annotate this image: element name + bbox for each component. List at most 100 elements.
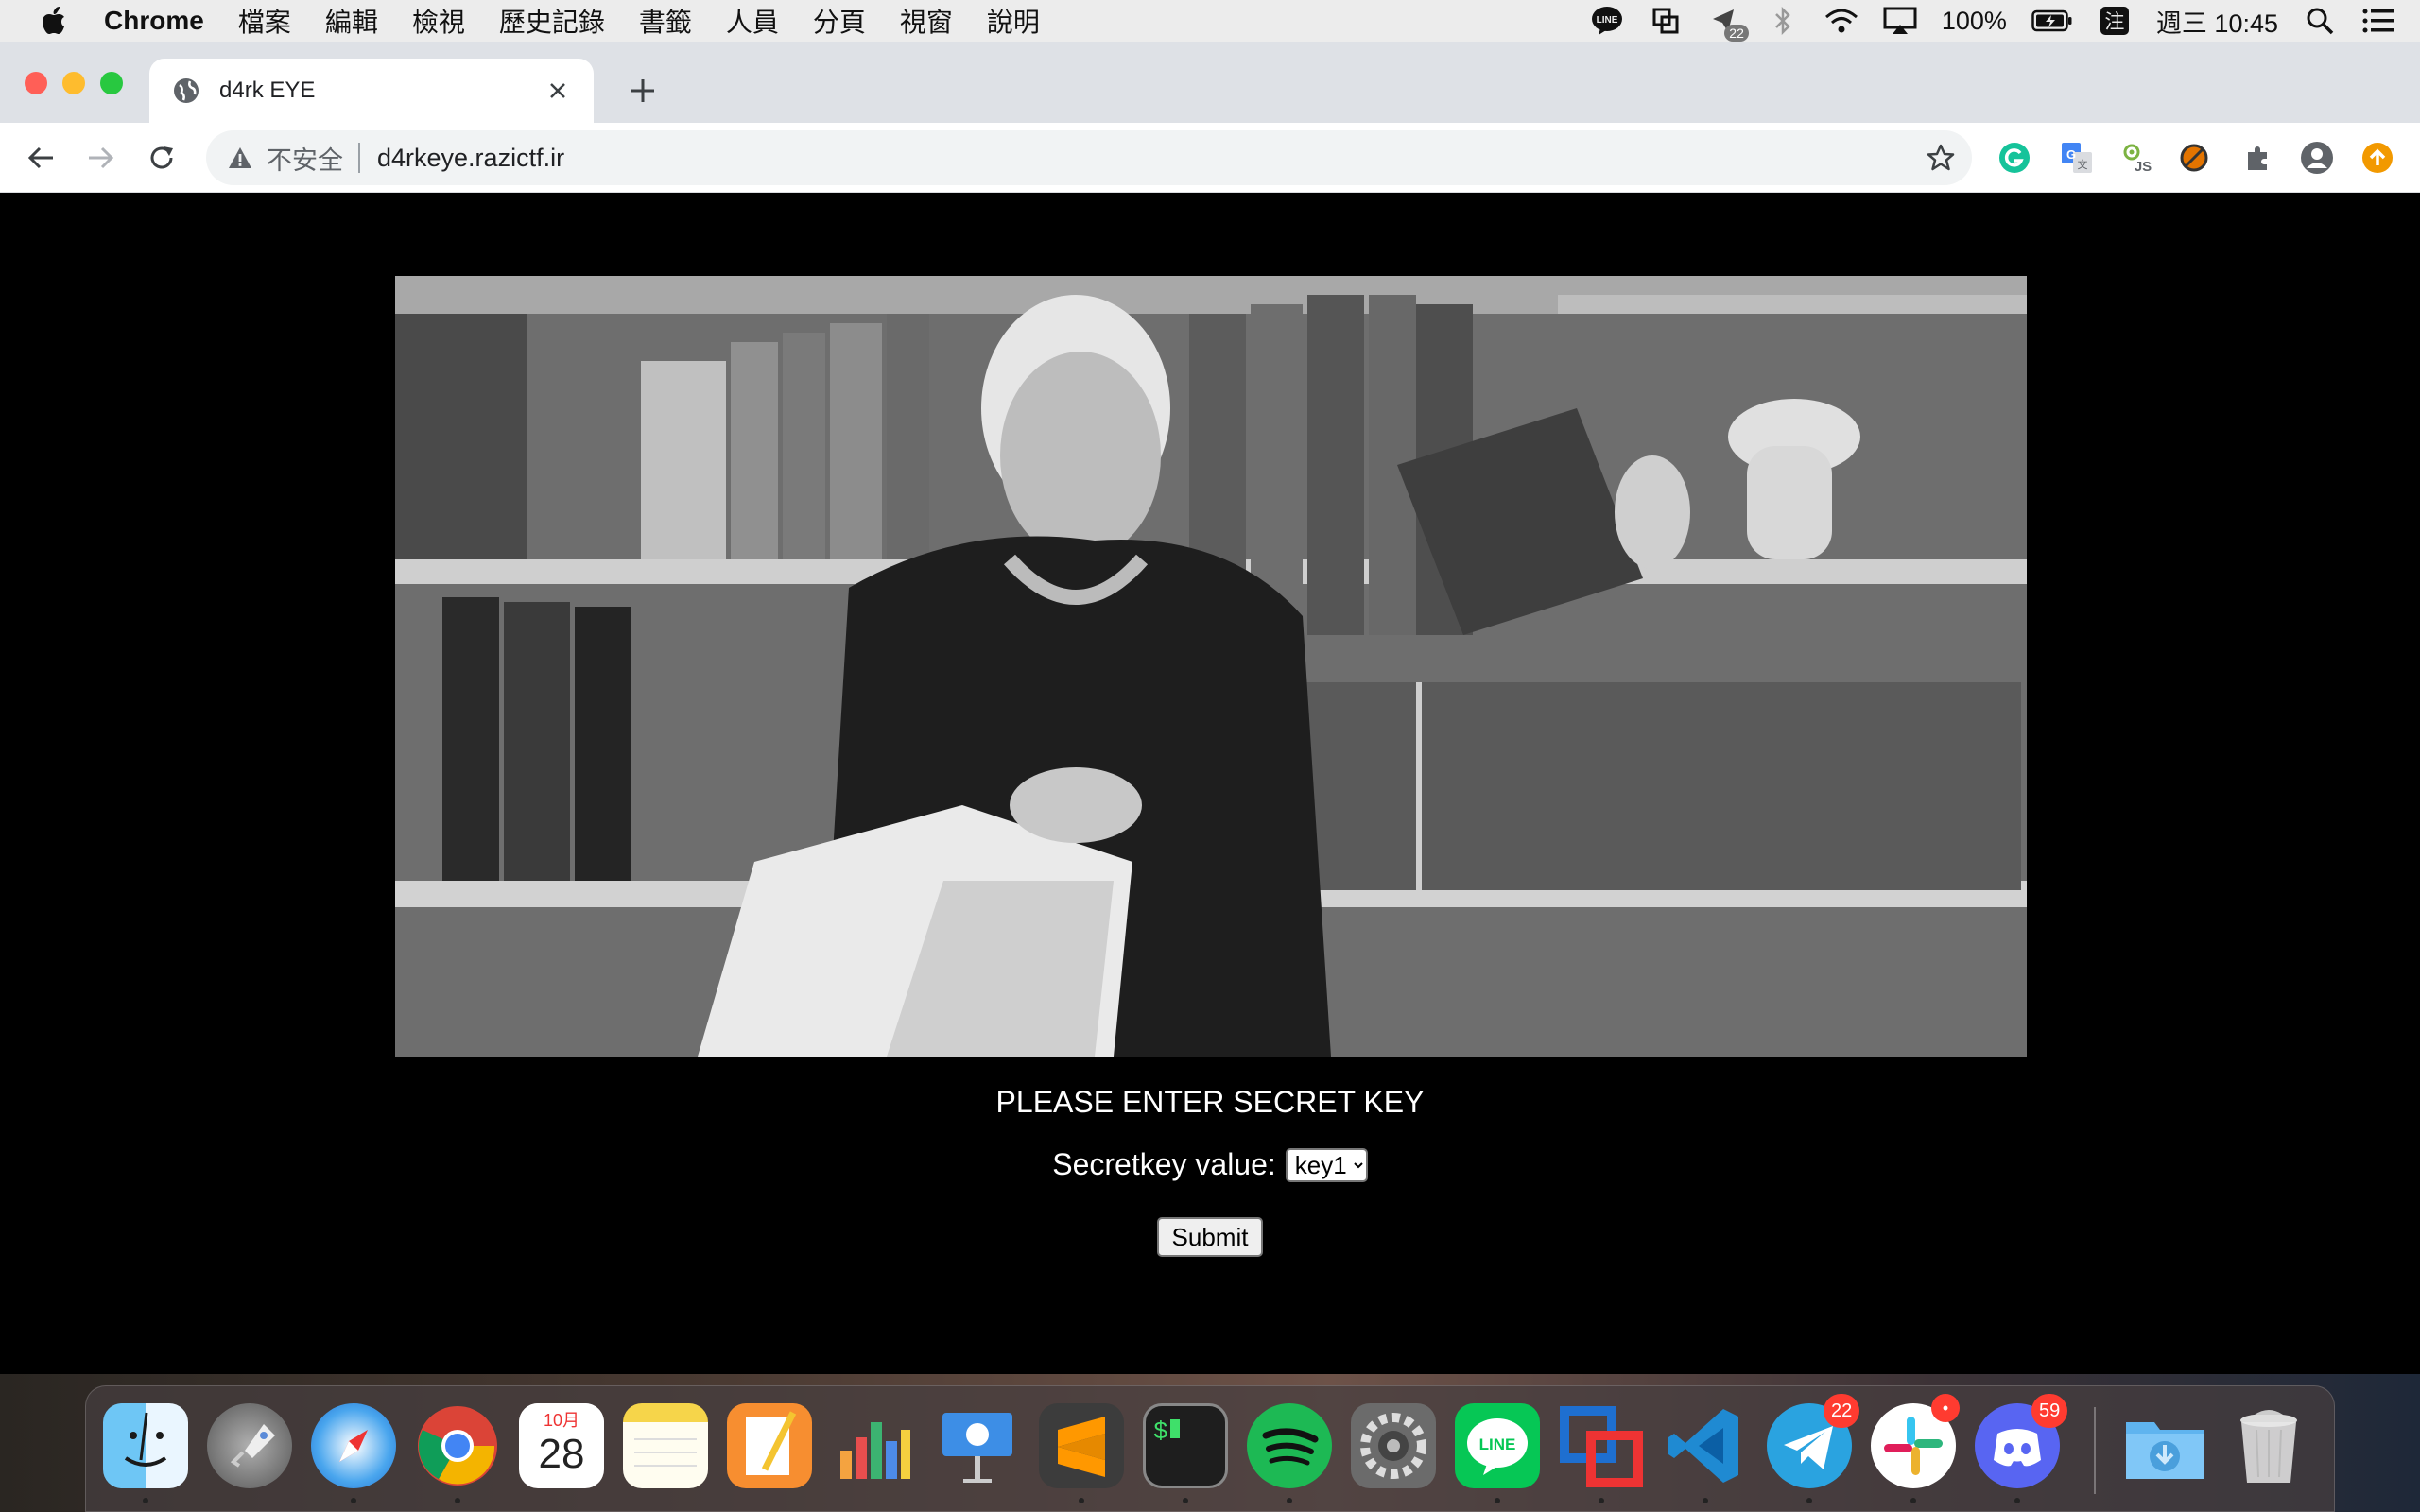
calendar-month: 10月	[519, 1403, 604, 1430]
menu-file[interactable]: 檔案	[238, 2, 291, 40]
running-indicator-dot	[1599, 1498, 1604, 1503]
secretkey-select[interactable]: key1	[1285, 1147, 1368, 1182]
address-bar[interactable]: 不安全 d4rkeye.razictf.ir	[206, 130, 1972, 185]
svg-text:G: G	[2066, 147, 2076, 162]
url-text[interactable]: d4rkeye.razictf.ir	[377, 144, 564, 173]
macos-menubar: Chrome 檔案 編輯 檢視 歷史記錄 書籤 人員 分頁 視窗 說明 LINE…	[0, 0, 2420, 42]
trash-icon[interactable]	[2226, 1403, 2311, 1488]
menu-view[interactable]: 檢視	[412, 2, 465, 40]
blocked-extension-icon[interactable]	[2176, 140, 2212, 176]
active-tab[interactable]: d4rk EYE	[149, 59, 594, 123]
new-tab-plus-icon[interactable]	[624, 72, 662, 110]
line-app-label: LINE	[1479, 1435, 1516, 1453]
airplay-icon[interactable]	[1883, 4, 1917, 38]
battery-icon[interactable]	[2031, 4, 2073, 38]
input-method-label: 注	[2100, 7, 2129, 35]
menubar-app-name[interactable]: Chrome	[104, 6, 204, 36]
spotify-app-icon[interactable]	[1247, 1403, 1332, 1488]
security-status-label[interactable]: 不安全	[267, 140, 343, 177]
update-arrow-icon[interactable]	[2360, 140, 2395, 176]
tab-close-icon[interactable]	[541, 74, 575, 108]
browser-toolbar: 不安全 d4rkeye.razictf.ir G文 JS	[0, 123, 2420, 193]
menu-edit[interactable]: 編輯	[325, 2, 378, 40]
macos-dock: 10月 28 $ LINE 22 • 59	[85, 1385, 2335, 1512]
system-preferences-gear-icon[interactable]	[1351, 1403, 1436, 1488]
pages-app-icon[interactable]	[727, 1403, 812, 1488]
finder-app-icon[interactable]	[103, 1403, 188, 1488]
running-indicator-dot	[1079, 1498, 1084, 1503]
spotlight-search-icon[interactable]	[2303, 4, 2337, 38]
chrome-app-icon[interactable]	[415, 1403, 500, 1488]
window-zoom-button[interactable]	[100, 72, 123, 94]
menubar-clock[interactable]: 週三 10:45	[2156, 3, 2278, 40]
js-extension-icon[interactable]: JS	[2119, 140, 2155, 176]
svg-text:$: $	[1153, 1418, 1168, 1446]
line-app-icon[interactable]: LINE	[1455, 1403, 1540, 1488]
menu-tab[interactable]: 分頁	[813, 2, 866, 40]
running-indicator-dot	[455, 1498, 460, 1503]
slack-notification-dot: •	[1931, 1394, 1960, 1422]
launchpad-rocket-icon[interactable]	[207, 1403, 292, 1488]
google-translate-extension-icon[interactable]: G文	[2059, 140, 2095, 176]
js-extension-label: JS	[2135, 159, 2152, 175]
numbers-app-icon[interactable]	[831, 1403, 916, 1488]
browser-tabstrip: d4rk EYE	[0, 42, 2420, 123]
back-arrow-icon[interactable]	[21, 138, 60, 178]
submit-button[interactable]: Submit	[1156, 1217, 1264, 1257]
calendar-day: 28	[538, 1431, 585, 1477]
apple-menu-icon[interactable]	[36, 0, 72, 42]
vscode-app-icon[interactable]	[1663, 1403, 1748, 1488]
notification-count-badge: 22	[1724, 25, 1749, 42]
submit-row: Submit	[0, 1217, 2420, 1257]
globe-icon	[174, 78, 199, 103]
tab-title: d4rk EYE	[219, 77, 316, 103]
menubar-status-area: LINE 22 100% 注 週三 10:45	[1590, 0, 2420, 42]
running-indicator-dot	[351, 1498, 356, 1503]
extensions-puzzle-icon[interactable]	[2240, 140, 2276, 176]
reload-icon[interactable]	[142, 138, 182, 178]
calendar-app-icon[interactable]: 10月 28	[519, 1403, 604, 1488]
window-minimize-button[interactable]	[62, 72, 85, 94]
running-indicator-dot	[1806, 1498, 1812, 1503]
svg-text:文: 文	[2078, 158, 2088, 171]
grammarly-extension-icon[interactable]	[1996, 140, 2032, 176]
hero-portrait-image	[395, 276, 2027, 1057]
warning-triangle-icon[interactable]	[227, 145, 253, 171]
vmware-fusion-app-icon[interactable]	[1559, 1403, 1644, 1488]
menu-people[interactable]: 人員	[726, 2, 779, 40]
profile-avatar-icon[interactable]	[2299, 140, 2335, 176]
window-close-button[interactable]	[25, 72, 47, 94]
page-viewport: PLEASE ENTER SECRET KEY Secretkey value:…	[0, 193, 2420, 1374]
input-method-icon[interactable]: 注	[2098, 4, 2132, 38]
notes-app-icon[interactable]	[623, 1403, 708, 1488]
running-indicator-dot	[1703, 1498, 1708, 1503]
discord-badge: 59	[2031, 1394, 2068, 1428]
menu-help[interactable]: 說明	[987, 2, 1040, 40]
running-indicator-dot	[1495, 1498, 1500, 1503]
battery-percent: 100%	[1941, 6, 2007, 35]
bluetooth-icon[interactable]	[1766, 4, 1800, 38]
keynote-app-icon[interactable]	[935, 1403, 1020, 1488]
downloads-folder-icon[interactable]	[2122, 1403, 2207, 1488]
secretkey-label: Secretkey value:	[1052, 1147, 1276, 1181]
window-manager-icon[interactable]	[1649, 4, 1683, 38]
running-indicator-dot	[143, 1498, 148, 1503]
bookmark-star-icon[interactable]	[1927, 144, 1955, 172]
secret-key-form: Secretkey value: key1	[0, 1147, 2420, 1182]
forward-arrow-icon[interactable]	[81, 138, 121, 178]
running-indicator-dot	[1183, 1498, 1188, 1503]
terminal-app-icon[interactable]: $	[1143, 1403, 1228, 1488]
sublime-text-app-icon[interactable]	[1039, 1403, 1124, 1488]
menu-bookmarks[interactable]: 書籤	[639, 2, 692, 40]
running-indicator-dot	[2014, 1498, 2020, 1503]
menu-window[interactable]: 視窗	[900, 2, 953, 40]
notification-app-icon[interactable]: 22	[1707, 4, 1749, 42]
omnibox-divider	[358, 143, 360, 173]
secret-key-prompt: PLEASE ENTER SECRET KEY	[995, 1085, 1425, 1119]
safari-compass-icon[interactable]	[311, 1403, 396, 1488]
running-indicator-dot	[1910, 1498, 1916, 1503]
menu-history[interactable]: 歷史記錄	[499, 2, 605, 40]
line-status-icon[interactable]: LINE	[1590, 4, 1624, 38]
wifi-icon[interactable]	[1824, 4, 1858, 38]
notification-center-icon[interactable]	[2361, 4, 2395, 38]
